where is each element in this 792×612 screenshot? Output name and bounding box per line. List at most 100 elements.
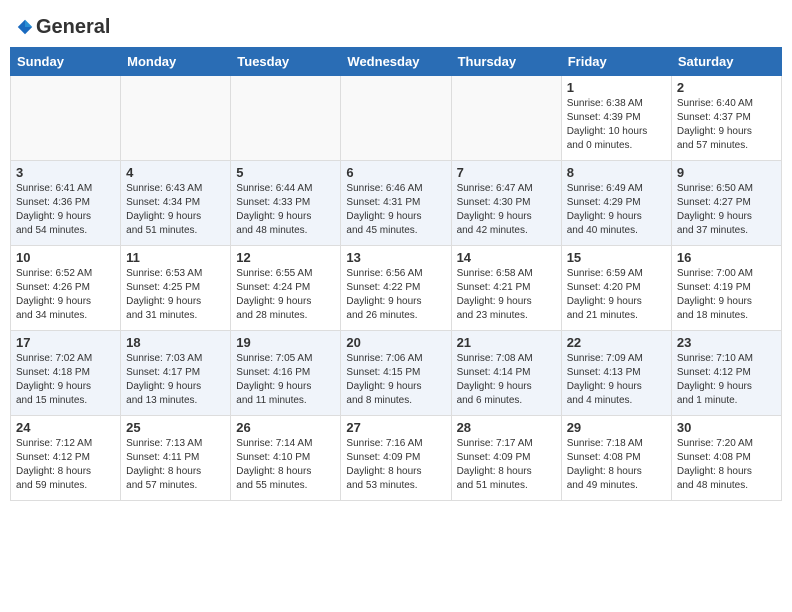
day-number: 22: [567, 335, 666, 350]
day-number: 4: [126, 165, 225, 180]
day-number: 16: [677, 250, 776, 265]
day-info: Sunrise: 7:13 AMSunset: 4:11 PMDaylight:…: [126, 437, 225, 493]
calendar-cell: 22 Sunrise: 7:09 AMSunset: 4:13 PMDayligh…: [561, 331, 671, 416]
day-number: 19: [236, 335, 335, 350]
day-info: Sunrise: 7:10 AMSunset: 4:12 PMDaylight:…: [677, 352, 776, 408]
day-info: Sunrise: 7:16 AMSunset: 4:09 PMDaylight:…: [346, 437, 445, 493]
calendar-cell: 13 Sunrise: 6:56 AMSunset: 4:22 PMDayligh…: [341, 246, 451, 331]
day-number: 20: [346, 335, 445, 350]
calendar-cell: 3 Sunrise: 6:41 AMSunset: 4:36 PMDaylight…: [11, 161, 121, 246]
day-info: Sunrise: 6:58 AMSunset: 4:21 PMDaylight:…: [457, 267, 556, 323]
weekday-header-thursday: Thursday: [451, 48, 561, 76]
calendar-cell: 12 Sunrise: 6:55 AMSunset: 4:24 PMDayligh…: [231, 246, 341, 331]
day-info: Sunrise: 7:08 AMSunset: 4:14 PMDaylight:…: [457, 352, 556, 408]
calendar-cell: 30Sunrise: 7:20 AMSunset: 4:08 PMDayligh…: [671, 416, 781, 501]
day-info: Sunrise: 6:55 AMSunset: 4:24 PMDaylight:…: [236, 267, 335, 323]
weekday-header-saturday: Saturday: [671, 48, 781, 76]
calendar-cell: 7 Sunrise: 6:47 AMSunset: 4:30 PMDaylight…: [451, 161, 561, 246]
day-info: Sunrise: 7:14 AMSunset: 4:10 PMDaylight:…: [236, 437, 335, 493]
day-number: 17: [16, 335, 115, 350]
day-number: 6: [346, 165, 445, 180]
day-number: 18: [126, 335, 225, 350]
weekday-header-sunday: Sunday: [11, 48, 121, 76]
day-number: 1: [567, 80, 666, 95]
day-info: Sunrise: 7:17 AMSunset: 4:09 PMDaylight:…: [457, 437, 556, 493]
day-number: 13: [346, 250, 445, 265]
calendar-cell: [121, 76, 231, 161]
day-number: 21: [457, 335, 556, 350]
day-number: 11: [126, 250, 225, 265]
day-number: 9: [677, 165, 776, 180]
day-info: Sunrise: 7:05 AMSunset: 4:16 PMDaylight:…: [236, 352, 335, 408]
day-number: 28: [457, 420, 556, 435]
logo: General: [14, 16, 110, 39]
day-number: 2: [677, 80, 776, 95]
weekday-header-monday: Monday: [121, 48, 231, 76]
calendar-cell: 10 Sunrise: 6:52 AMSunset: 4:26 PMDayligh…: [11, 246, 121, 331]
calendar-cell: [341, 76, 451, 161]
day-info: Sunrise: 6:53 AMSunset: 4:25 PMDaylight:…: [126, 267, 225, 323]
calendar-cell: 1 Sunrise: 6:38 AMSunset: 4:39 PMDaylight…: [561, 76, 671, 161]
calendar-cell: 29 Sunrise: 7:18 AMSunset: 4:08 PMDayligh…: [561, 416, 671, 501]
calendar-cell: 17 Sunrise: 7:02 AMSunset: 4:18 PMDayligh…: [11, 331, 121, 416]
calendar-cell: 21 Sunrise: 7:08 AMSunset: 4:14 PMDayligh…: [451, 331, 561, 416]
day-number: 5: [236, 165, 335, 180]
calendar-week-4: 17 Sunrise: 7:02 AMSunset: 4:18 PMDayligh…: [11, 331, 782, 416]
day-info: Sunrise: 6:50 AMSunset: 4:27 PMDaylight:…: [677, 182, 776, 238]
calendar-cell: 23Sunrise: 7:10 AMSunset: 4:12 PMDayligh…: [671, 331, 781, 416]
day-info: Sunrise: 6:46 AMSunset: 4:31 PMDaylight:…: [346, 182, 445, 238]
day-number: 24: [16, 420, 115, 435]
calendar-cell: 11 Sunrise: 6:53 AMSunset: 4:25 PMDayligh…: [121, 246, 231, 331]
day-info: Sunrise: 7:03 AMSunset: 4:17 PMDaylight:…: [126, 352, 225, 408]
calendar-cell: [11, 76, 121, 161]
day-info: Sunrise: 6:56 AMSunset: 4:22 PMDaylight:…: [346, 267, 445, 323]
day-info: Sunrise: 6:49 AMSunset: 4:29 PMDaylight:…: [567, 182, 666, 238]
calendar-week-3: 10 Sunrise: 6:52 AMSunset: 4:26 PMDayligh…: [11, 246, 782, 331]
calendar-cell: 24 Sunrise: 7:12 AMSunset: 4:12 PMDayligh…: [11, 416, 121, 501]
calendar-cell: 9 Sunrise: 6:50 AMSunset: 4:27 PMDaylight…: [671, 161, 781, 246]
calendar-cell: 26 Sunrise: 7:14 AMSunset: 4:10 PMDayligh…: [231, 416, 341, 501]
day-number: 29: [567, 420, 666, 435]
calendar-table: SundayMondayTuesdayWednesdayThursdayFrid…: [10, 47, 782, 501]
day-number: 8: [567, 165, 666, 180]
day-info: Sunrise: 7:02 AMSunset: 4:18 PMDaylight:…: [16, 352, 115, 408]
calendar-cell: 16Sunrise: 7:00 AMSunset: 4:19 PMDayligh…: [671, 246, 781, 331]
weekday-header-tuesday: Tuesday: [231, 48, 341, 76]
day-number: 25: [126, 420, 225, 435]
day-number: 10: [16, 250, 115, 265]
day-info: Sunrise: 6:59 AMSunset: 4:20 PMDaylight:…: [567, 267, 666, 323]
day-info: Sunrise: 6:44 AMSunset: 4:33 PMDaylight:…: [236, 182, 335, 238]
calendar-cell: 25 Sunrise: 7:13 AMSunset: 4:11 PMDayligh…: [121, 416, 231, 501]
day-info: Sunrise: 7:06 AMSunset: 4:15 PMDaylight:…: [346, 352, 445, 408]
day-info: Sunrise: 6:40 AMSunset: 4:37 PMDaylight:…: [677, 97, 776, 153]
logo-text: General: [36, 16, 110, 39]
calendar-cell: 18 Sunrise: 7:03 AMSunset: 4:17 PMDayligh…: [121, 331, 231, 416]
day-info: Sunrise: 7:09 AMSunset: 4:13 PMDaylight:…: [567, 352, 666, 408]
calendar-cell: 8 Sunrise: 6:49 AMSunset: 4:29 PMDaylight…: [561, 161, 671, 246]
calendar-week-2: 3 Sunrise: 6:41 AMSunset: 4:36 PMDaylight…: [11, 161, 782, 246]
calendar-cell: 28 Sunrise: 7:17 AMSunset: 4:09 PMDayligh…: [451, 416, 561, 501]
weekday-header-friday: Friday: [561, 48, 671, 76]
day-number: 12: [236, 250, 335, 265]
day-number: 26: [236, 420, 335, 435]
day-info: Sunrise: 6:47 AMSunset: 4:30 PMDaylight:…: [457, 182, 556, 238]
page-header: General: [10, 10, 782, 39]
calendar-cell: 15 Sunrise: 6:59 AMSunset: 4:20 PMDayligh…: [561, 246, 671, 331]
day-info: Sunrise: 7:18 AMSunset: 4:08 PMDaylight:…: [567, 437, 666, 493]
calendar-header-row: SundayMondayTuesdayWednesdayThursdayFrid…: [11, 48, 782, 76]
calendar-cell: [231, 76, 341, 161]
calendar-cell: 19 Sunrise: 7:05 AMSunset: 4:16 PMDayligh…: [231, 331, 341, 416]
calendar-cell: 5 Sunrise: 6:44 AMSunset: 4:33 PMDaylight…: [231, 161, 341, 246]
day-number: 15: [567, 250, 666, 265]
day-info: Sunrise: 7:20 AMSunset: 4:08 PMDaylight:…: [677, 437, 776, 493]
day-number: 3: [16, 165, 115, 180]
day-info: Sunrise: 6:38 AMSunset: 4:39 PMDaylight:…: [567, 97, 666, 153]
weekday-header-wednesday: Wednesday: [341, 48, 451, 76]
day-info: Sunrise: 7:12 AMSunset: 4:12 PMDaylight:…: [16, 437, 115, 493]
day-info: Sunrise: 6:52 AMSunset: 4:26 PMDaylight:…: [16, 267, 115, 323]
calendar-cell: 14Sunrise: 6:58 AMSunset: 4:21 PMDayligh…: [451, 246, 561, 331]
day-number: 7: [457, 165, 556, 180]
calendar-cell: 20 Sunrise: 7:06 AMSunset: 4:15 PMDayligh…: [341, 331, 451, 416]
day-info: Sunrise: 6:41 AMSunset: 4:36 PMDaylight:…: [16, 182, 115, 238]
calendar-cell: [451, 76, 561, 161]
